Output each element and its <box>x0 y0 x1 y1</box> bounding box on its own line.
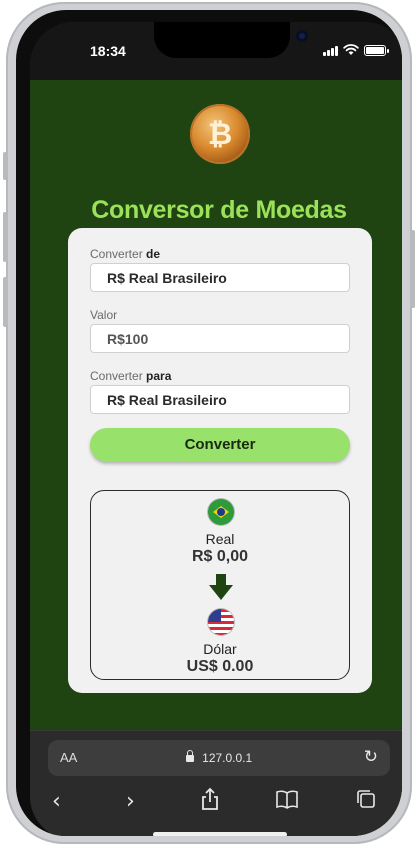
power-button <box>410 230 415 308</box>
browser-nav-bar: ‹ › <box>30 787 402 819</box>
signal-icon <box>323 46 338 56</box>
brazil-flag-icon <box>208 499 234 525</box>
address-bar[interactable]: AA 127.0.0.1 ↻ <box>48 740 390 776</box>
to-label: Converter para <box>90 369 171 383</box>
amount-input[interactable]: R$100 <box>90 324 350 353</box>
phone-frame: 18:34 ₿ Conversor de Moedas Converter de… <box>3 2 415 844</box>
front-camera <box>296 30 308 42</box>
to-label-bold: para <box>146 369 172 383</box>
from-currency-select[interactable]: R$ Real Brasileiro <box>90 263 350 292</box>
volume-up-button <box>3 212 8 262</box>
result-box: Real R$ 0,00 Dólar US$ 0.00 <box>90 490 350 680</box>
bookmarks-icon[interactable] <box>275 789 299 809</box>
lock-icon <box>185 750 194 762</box>
bezel: 18:34 ₿ Conversor de Moedas Converter de… <box>16 10 402 836</box>
bitcoin-logo-icon: ₿ <box>190 104 250 164</box>
url-display[interactable]: 127.0.0.1 <box>48 750 390 765</box>
from-label: Converter de <box>90 247 160 261</box>
converter-card: Converter de R$ Real Brasileiro Valor R$… <box>68 228 372 693</box>
screen: 18:34 ₿ Conversor de Moedas Converter de… <box>30 22 402 836</box>
from-currency-name: Real <box>205 531 235 547</box>
share-icon[interactable] <box>200 787 220 811</box>
forward-icon[interactable]: › <box>126 789 135 814</box>
home-indicator[interactable] <box>153 832 287 836</box>
arrow-down-icon <box>209 574 233 600</box>
wifi-icon <box>343 44 359 55</box>
to-currency-name: Dólar <box>203 641 237 657</box>
app-content: ₿ Conversor de Moedas Converter de R$ Re… <box>30 80 402 730</box>
reload-icon[interactable]: ↻ <box>364 747 378 767</box>
mute-switch <box>3 152 8 180</box>
back-icon[interactable]: ‹ <box>52 789 61 814</box>
tabs-icon[interactable] <box>355 789 377 809</box>
status-time: 18:34 <box>90 43 126 59</box>
status-icons <box>323 44 389 56</box>
status-bar: 18:34 <box>30 22 402 80</box>
from-label-prefix: Converter <box>90 247 143 261</box>
amount-label: Valor <box>90 308 118 322</box>
to-currency-select[interactable]: R$ Real Brasileiro <box>90 385 350 414</box>
to-label-prefix: Converter <box>90 369 143 383</box>
from-currency-value: R$ 0,00 <box>191 548 249 565</box>
usa-flag-icon <box>208 609 234 635</box>
notch <box>154 22 308 58</box>
volume-down-button <box>3 277 8 327</box>
page-title: Conversor de Moedas <box>91 196 347 224</box>
to-currency-value: US$ 0.00 <box>186 658 254 675</box>
convert-button[interactable]: Converter <box>90 428 350 462</box>
browser-toolbar: AA 127.0.0.1 ↻ ‹ › <box>30 730 402 836</box>
from-label-bold: de <box>146 247 161 261</box>
battery-icon <box>364 45 389 56</box>
url-text: 127.0.0.1 <box>202 751 253 765</box>
